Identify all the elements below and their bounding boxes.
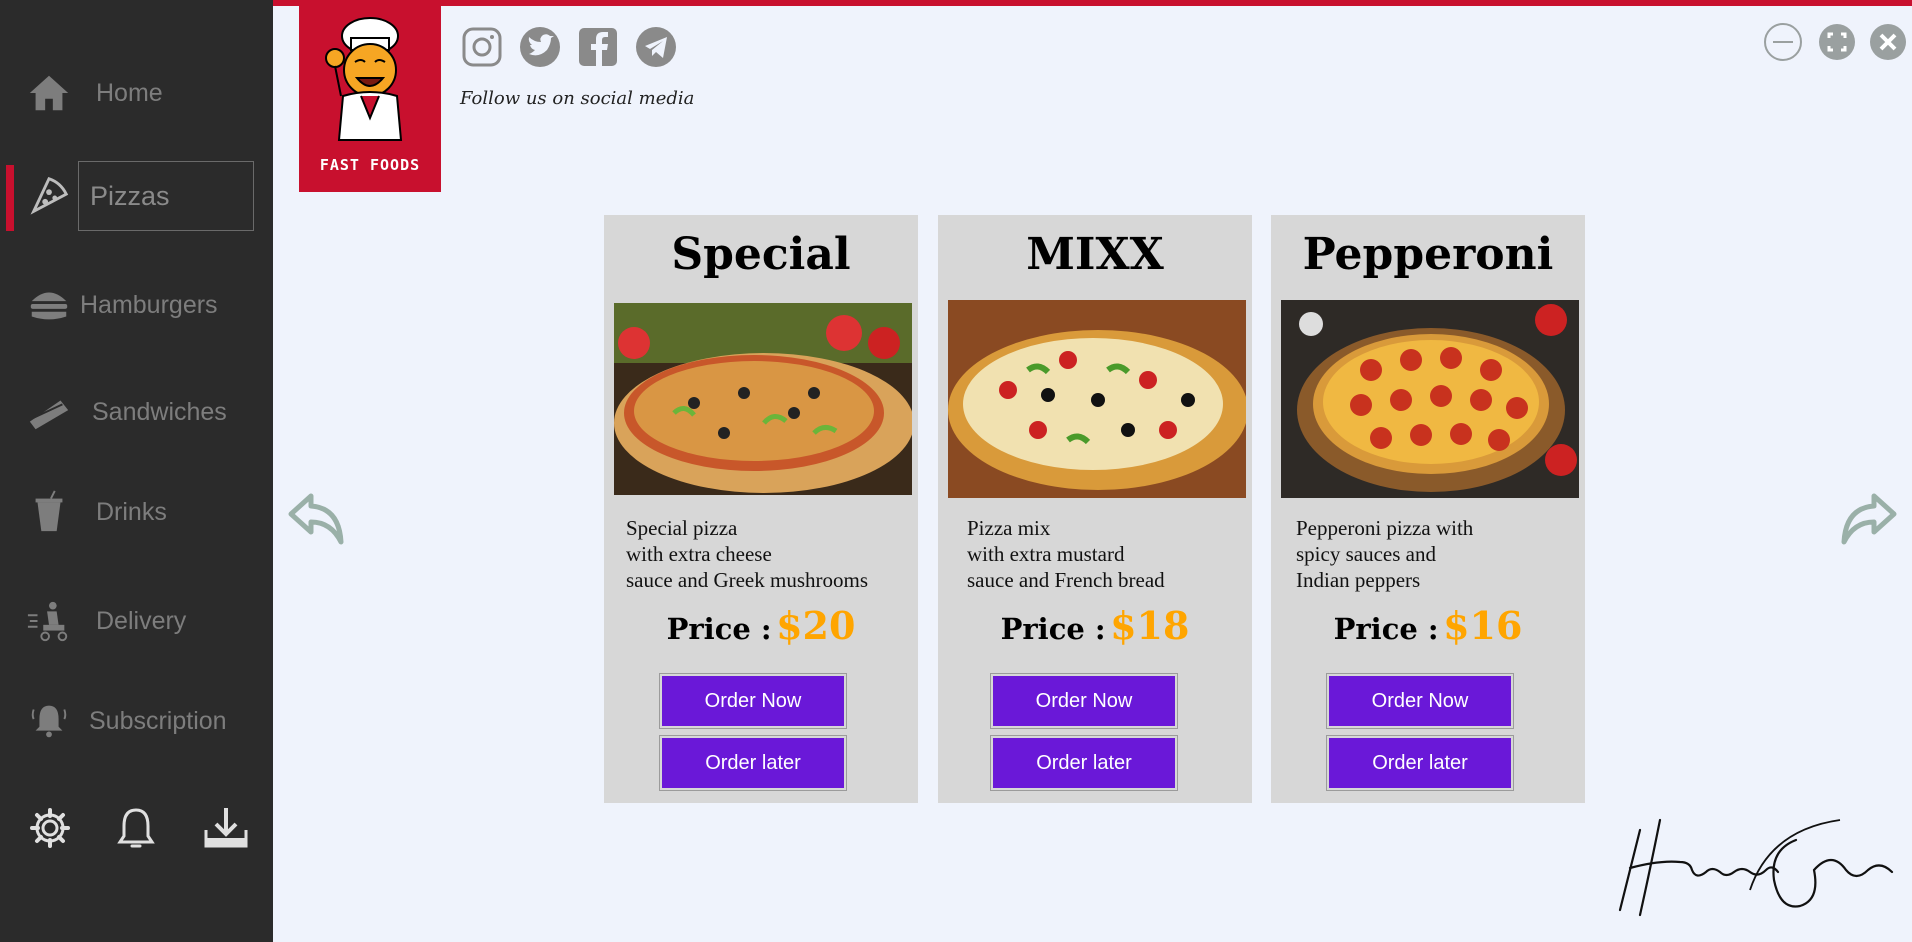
instagram-icon[interactable] xyxy=(459,24,505,70)
brand-logo: FAST FOODS xyxy=(299,0,441,192)
card-title: Special xyxy=(671,229,851,280)
facebook-icon[interactable] xyxy=(575,24,621,70)
order-now-button[interactable]: Order Now xyxy=(990,673,1178,729)
price-value: $20 xyxy=(776,603,856,648)
pizza-image xyxy=(614,303,912,501)
order-now-button[interactable]: Order Now xyxy=(659,673,847,729)
sidebar-item-label: Hamburgers xyxy=(80,290,218,319)
author-signature xyxy=(1618,818,1894,917)
card-title: Pepperoni xyxy=(1302,229,1554,280)
pizza-card-mixx: MIXX Pizza mix with extra mustard sauce … xyxy=(938,215,1252,803)
sidebar-item-sandwiches[interactable]: Sandwiches xyxy=(0,377,273,447)
close-icon[interactable] xyxy=(1868,22,1908,62)
logo-text: FAST FOODS xyxy=(319,156,421,174)
sidebar-item-label: Pizzas xyxy=(90,180,170,211)
previous-arrow-icon[interactable] xyxy=(285,488,347,550)
drink-icon xyxy=(24,487,74,537)
sidebar: Home Pizzas Hamburgers Sandwiches Drinks… xyxy=(0,0,273,942)
sidebar-bottom-toolbar xyxy=(0,800,273,856)
sidebar-item-drinks[interactable]: Drinks xyxy=(0,477,273,547)
telegram-icon[interactable] xyxy=(633,24,679,70)
social-links xyxy=(459,24,679,70)
sandwich-icon xyxy=(24,387,74,437)
delivery-icon xyxy=(24,596,74,646)
pizza-card-special: Special Special pizza with extra cheese … xyxy=(604,215,918,803)
twitter-icon[interactable] xyxy=(517,24,563,70)
next-arrow-icon[interactable] xyxy=(1838,488,1900,550)
home-icon xyxy=(24,68,74,118)
price-row: Price : $18 xyxy=(938,603,1252,648)
price-value: $16 xyxy=(1443,603,1523,648)
pizza-image xyxy=(948,300,1246,498)
pizza-icon xyxy=(24,171,74,221)
sidebar-item-home[interactable]: Home xyxy=(0,58,273,128)
price-label: Price : xyxy=(1333,612,1439,646)
subscription-bell-icon xyxy=(24,696,74,746)
active-indicator xyxy=(6,165,14,231)
bell-icon[interactable] xyxy=(108,800,164,856)
gear-icon[interactable] xyxy=(22,800,78,856)
card-description: Special pizza with extra cheese sauce an… xyxy=(626,516,869,592)
price-value: $18 xyxy=(1110,603,1190,648)
follow-us-text: Follow us on social media xyxy=(460,88,695,109)
minimize-icon[interactable] xyxy=(1763,22,1803,62)
maximize-icon[interactable] xyxy=(1817,22,1857,62)
top-accent-bar xyxy=(273,0,1912,6)
order-later-button[interactable]: Order later xyxy=(990,735,1178,791)
card-description: Pizza mix with extra mustard sauce and F… xyxy=(967,516,1165,592)
pizza-image xyxy=(1281,300,1579,498)
order-now-button[interactable]: Order Now xyxy=(1326,673,1514,729)
sidebar-item-label: Home xyxy=(96,78,163,107)
sidebar-item-label: Drinks xyxy=(96,497,167,526)
price-row: Price : $20 xyxy=(604,603,918,648)
order-later-button[interactable]: Order later xyxy=(1326,735,1514,791)
sidebar-item-hamburgers[interactable]: Hamburgers xyxy=(0,270,273,340)
sidebar-item-label: Subscription xyxy=(89,706,227,735)
card-title: MIXX xyxy=(1026,229,1164,280)
download-icon[interactable] xyxy=(198,800,254,856)
hamburger-icon xyxy=(24,280,74,330)
sidebar-item-subscription[interactable]: Subscription xyxy=(0,686,273,756)
card-description: Pepperoni pizza with spicy sauces and In… xyxy=(1296,516,1474,592)
sidebar-item-label: Sandwiches xyxy=(92,397,227,426)
sidebar-item-label: Delivery xyxy=(96,606,187,635)
price-row: Price : $16 xyxy=(1271,603,1585,648)
price-label: Price : xyxy=(1000,612,1106,646)
sidebar-item-pizzas[interactable]: Pizzas xyxy=(0,161,273,231)
sidebar-item-delivery[interactable]: Delivery xyxy=(0,586,273,656)
price-label: Price : xyxy=(666,612,772,646)
pizza-card-pepperoni: Pepperoni Pepperoni pizza with spicy sau… xyxy=(1271,215,1585,803)
chef-mascot-icon xyxy=(325,17,403,141)
order-later-button[interactable]: Order later xyxy=(659,735,847,791)
